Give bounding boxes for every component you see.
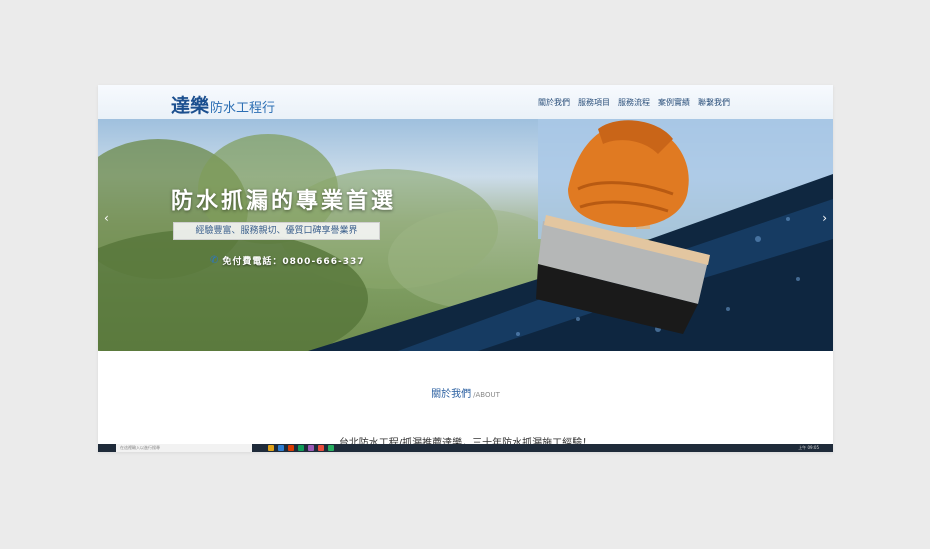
chevron-right-icon[interactable]: › [822,211,827,225]
hero-tagline: 經驗豐富、服務親切、優質口碑享譽業界 [173,222,380,240]
main-nav: 關於我們 服務項目 服務流程 案例實績 聯繫我們 [538,97,730,108]
about-title-en: /ABOUT [473,391,500,399]
browser-icon[interactable] [278,445,284,451]
hero-banner: 防水抓漏的專業首選 經驗豐富、服務親切、優質口碑享譽業界 ✆ 免付費電話：080… [98,119,833,351]
phone-icon: ✆ [210,255,220,266]
nav-item-services[interactable]: 服務項目 [578,97,610,108]
taskbar-search-input[interactable]: 在這裡輸入以進行搜尋 [116,444,252,452]
nav-item-about[interactable]: 關於我們 [538,97,570,108]
hero-phone[interactable]: ✆ 免付費電話：0800-666-337 [210,254,364,267]
folder-icon[interactable] [268,445,274,451]
taskbar-clock: 上午 09:05 [798,445,819,450]
nav-item-cases[interactable]: 案例實績 [658,97,690,108]
about-title-zh: 關於我們 [431,389,472,400]
logo-main-text: 達樂 [171,95,210,117]
os-taskbar: 在這裡輸入以進行搜尋 上午 09:05 [98,444,833,452]
nav-item-contact[interactable]: 聯繫我們 [698,97,730,108]
app-icon[interactable] [308,445,314,451]
browser-viewport: 達樂 防水工程行 關於我們 服務項目 服務流程 案例實績 聯繫我們 防水抓漏的專… [98,85,833,452]
app-icon[interactable] [288,445,294,451]
nav-item-process[interactable]: 服務流程 [618,97,650,108]
app-icon[interactable] [298,445,304,451]
site-logo[interactable]: 達樂 防水工程行 [171,91,276,117]
app-icon[interactable] [318,445,324,451]
app-icon[interactable] [328,445,334,451]
taskbar-app-icons [268,445,334,451]
site-header: 達樂 防水工程行 關於我們 服務項目 服務流程 案例實績 聯繫我們 [98,85,833,120]
hero-title: 防水抓漏的專業首選 [171,189,397,214]
about-section-title: 關於我們/ABOUT [98,382,833,401]
chevron-left-icon[interactable]: ‹ [104,211,109,225]
logo-sub-text: 防水工程行 [210,101,276,116]
hero-phone-text: 免付費電話：0800-666-337 [222,257,365,267]
